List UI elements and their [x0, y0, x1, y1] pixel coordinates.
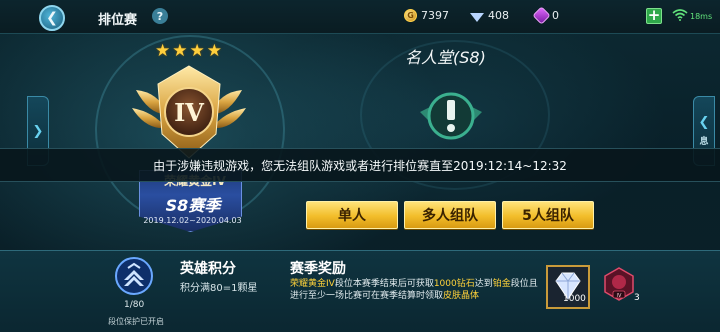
hero-points-badge-icon — [115, 257, 153, 295]
solo-mode-button[interactable]: 单人 — [306, 201, 398, 229]
reward-rank-text: 荣耀黄金IV — [290, 279, 335, 289]
hero-points-subtitle: 积分满80=1颗星 — [180, 283, 258, 294]
star-icon: ★ — [155, 41, 171, 61]
right-tab-label: 息 — [699, 137, 709, 147]
alert-emblem-icon — [420, 92, 482, 140]
skin-crystal-reward-icon[interactable]: IV — [603, 267, 635, 301]
ban-notice-text: 由于涉嫌违规游戏，您无法组队游戏或者进行排位赛直至2019:12:14~12:3… — [153, 158, 567, 173]
hall-of-fame-title[interactable]: 名人堂(S8) — [405, 44, 486, 68]
chevron-right-icon: ❯ — [32, 123, 44, 139]
season-label: S8赛季 — [165, 196, 221, 215]
season-reward-description: 荣耀黄金IV段位本赛季结束后可获取1000钻石达到铂金段位且进行至少一场比赛可在… — [290, 278, 540, 302]
gold-coin-icon: G — [404, 9, 417, 22]
chevron-left-icon: ❮ — [46, 10, 58, 26]
purple-gem-icon — [532, 6, 551, 25]
hero-points-title: 英雄积分 — [180, 261, 236, 277]
rank-protection-status: 段位保护已开启 — [108, 317, 164, 326]
add-currency-button[interactable]: + — [646, 8, 662, 24]
diamond-reward-count: 1000 — [563, 294, 586, 304]
rank-tier-numeral: IV — [174, 98, 204, 127]
reward-skin-crystal-text: 皮肤晶体 — [443, 291, 480, 301]
diamond-value: 408 — [488, 9, 509, 22]
page-title: 排位赛 — [98, 13, 138, 28]
gem-counter: 0 — [532, 6, 559, 25]
diamond-counter: 408 — [470, 9, 509, 22]
star-icon: ★ — [189, 41, 205, 61]
reward-diamond-text: 1000钻石 — [433, 279, 475, 289]
gem-value: 0 — [552, 9, 559, 22]
gold-value: 7397 — [421, 9, 449, 22]
party-mode-button[interactable]: 多人组队 — [404, 201, 496, 229]
season-reward-title: 赛季奖励 — [290, 261, 346, 277]
ping-readout: 18ms — [690, 12, 713, 21]
rank-stars: ★ ★ ★ ★ — [155, 41, 222, 61]
skin-crystal-reward-count: 3 — [634, 293, 640, 303]
star-icon: ★ — [206, 41, 222, 61]
reward-desc-text: 达到 — [474, 279, 493, 289]
wifi-icon — [672, 9, 688, 21]
hero-points-progress: 1/80 — [124, 300, 145, 310]
reward-desc-text: 段位本赛季结束后可获取 — [334, 279, 434, 289]
star-icon: ★ — [172, 41, 188, 61]
back-button[interactable]: ❮ — [39, 5, 65, 31]
five-party-mode-button[interactable]: 5人组队 — [502, 201, 594, 229]
reward-platinum-text: 铂金 — [492, 279, 511, 289]
ban-notice-banner: 由于涉嫌违规游戏，您无法组队游戏或者进行排位赛直至2019:12:14~12:3… — [0, 148, 720, 182]
gold-counter: G 7397 — [404, 9, 449, 22]
help-icon[interactable]: ? — [152, 8, 168, 24]
chevron-left-icon: ❮ — [698, 115, 710, 130]
skin-crystal-badge: IV — [617, 293, 622, 299]
diamond-icon — [470, 13, 484, 22]
season-dates: 2019.12.02~2020.04.03 — [143, 216, 242, 225]
rank-emblem-icon: IV — [132, 65, 246, 159]
